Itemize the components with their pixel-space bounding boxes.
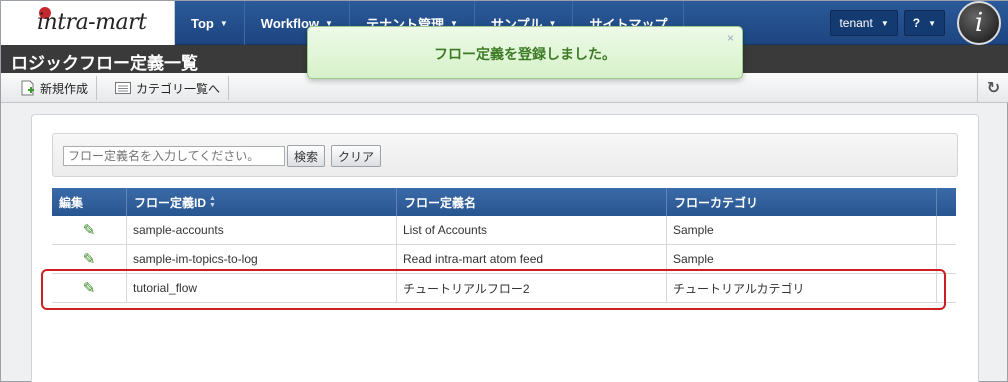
category-list-button[interactable]: カテゴリ一覧へ bbox=[107, 76, 230, 100]
success-toast: フロー定義を登録しました。 × bbox=[307, 26, 743, 79]
search-button[interactable]: 検索 bbox=[287, 145, 326, 167]
user-avatar[interactable]: i bbox=[957, 1, 1001, 45]
header-flow-category: フローカテゴリ bbox=[667, 188, 937, 216]
header-scroll-spacer bbox=[937, 188, 956, 216]
header-edit: 編集 bbox=[52, 188, 127, 216]
search-input[interactable] bbox=[63, 146, 285, 166]
flow-category-cell: Sample bbox=[667, 216, 937, 244]
nav-right-controls: tenant ▼ ? ▼ i bbox=[830, 1, 1001, 45]
list-icon bbox=[115, 82, 131, 94]
page-title: ロジックフロー定義一覧 bbox=[11, 54, 198, 73]
caret-down-icon: ▼ bbox=[880, 18, 889, 28]
flow-id-cell: sample-accounts bbox=[127, 216, 397, 244]
new-button-label: 新規作成 bbox=[40, 81, 89, 96]
table-row: ✎ sample-accounts List of Accounts Sampl… bbox=[52, 216, 956, 245]
caret-down-icon: ▼ bbox=[928, 18, 936, 28]
search-bar: 検索 クリア bbox=[52, 133, 958, 177]
edit-cell: ✎ bbox=[52, 216, 127, 244]
refresh-icon: ↻ bbox=[986, 80, 1001, 97]
row-spacer bbox=[937, 216, 956, 244]
content-panel: 検索 クリア 編集 フロー定義ID ▲▼ フロー定義名 フローカテゴリ ✎ sa… bbox=[31, 114, 979, 382]
header-flow-id-label: フロー定義ID bbox=[134, 195, 207, 210]
table-header: 編集 フロー定義ID ▲ ▼ フロー定義名 フローカテゴリ bbox=[52, 188, 956, 216]
tenant-label: tenant bbox=[839, 16, 873, 30]
help-dropdown[interactable]: ? ▼ bbox=[903, 10, 945, 36]
nav-item-label: Top bbox=[191, 15, 214, 31]
header-flow-name: フロー定義名 bbox=[397, 188, 667, 216]
caret-down-icon: ▼ bbox=[219, 18, 228, 28]
header-flow-id[interactable]: フロー定義ID ▲ ▼ bbox=[127, 188, 397, 216]
help-label: ? bbox=[912, 16, 921, 30]
flow-name-cell: List of Accounts bbox=[397, 216, 667, 244]
logo-text: intra-mart bbox=[37, 10, 147, 35]
intra-mart-logo[interactable]: intra-mart bbox=[1, 1, 175, 45]
tenant-dropdown[interactable]: tenant ▼ bbox=[830, 10, 898, 36]
refresh-button[interactable]: ↻ bbox=[977, 73, 1008, 103]
new-row-highlight bbox=[41, 269, 946, 310]
toast-message: フロー定義を登録しました。 bbox=[434, 46, 616, 62]
new-document-icon bbox=[21, 80, 34, 96]
pencil-edit-icon[interactable]: ✎ bbox=[83, 250, 96, 268]
close-icon[interactable]: × bbox=[727, 31, 734, 45]
pencil-edit-icon[interactable]: ✎ bbox=[83, 221, 96, 239]
sort-icon[interactable]: ▲ ▼ bbox=[209, 195, 216, 209]
nav-item-top[interactable]: Top ▼ bbox=[175, 1, 245, 45]
new-button[interactable]: 新規作成 bbox=[13, 76, 98, 100]
category-list-label: カテゴリ一覧へ bbox=[136, 81, 221, 96]
clear-button[interactable]: クリア bbox=[331, 145, 382, 167]
